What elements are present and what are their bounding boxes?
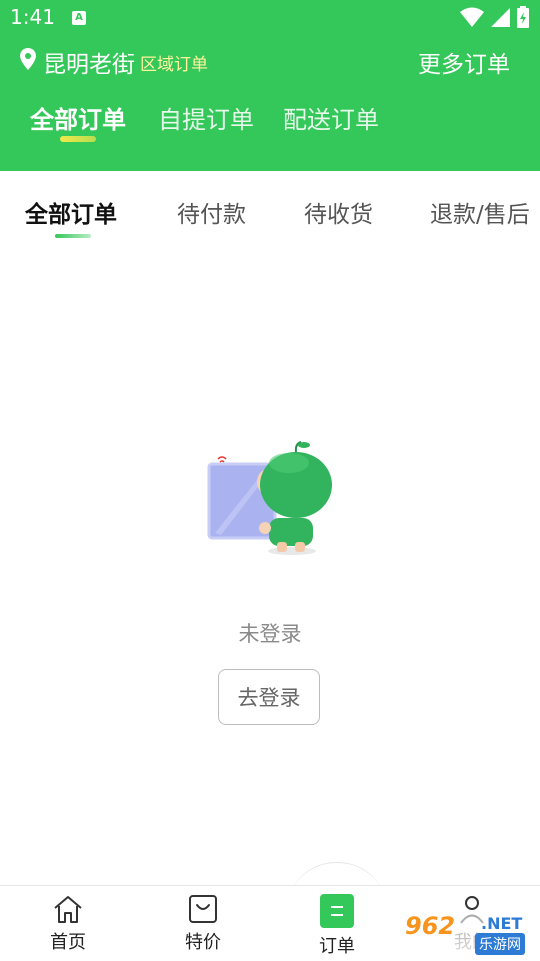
tab-delivery-orders[interactable]: 配送订单 — [283, 100, 379, 135]
watermark-number: 962 — [405, 912, 456, 940]
more-orders-link[interactable]: 更多订单 — [418, 45, 510, 79]
watermark-suffix: .NET — [481, 914, 523, 933]
nav-orders[interactable]: 订单 — [297, 894, 377, 958]
location-pin-icon — [20, 48, 36, 70]
status-bar: 1:41 A — [0, 0, 540, 36]
notification-a-icon: A — [72, 11, 86, 25]
watermark-site-name: 乐游网 — [475, 933, 525, 955]
tab-all-orders[interactable]: 全部订单 — [30, 100, 126, 135]
order-list-icon — [320, 894, 354, 928]
tab-status-pending-receipt[interactable]: 待收货 — [304, 195, 373, 229]
nav-specials-label: 特价 — [185, 932, 221, 953]
mascot-illustration — [207, 441, 332, 555]
tab-status-refund[interactable]: 退款/售后 — [430, 195, 530, 229]
site-watermark: 962 .NET 乐游网 — [401, 911, 536, 955]
active-tab-indicator — [60, 136, 96, 142]
status-time: 1:41 — [10, 5, 55, 29]
wifi-icon — [459, 7, 484, 27]
not-logged-in-text: 未登录 — [238, 622, 302, 646]
tab-status-pending-payment[interactable]: 待付款 — [177, 195, 246, 229]
status-icons — [459, 6, 530, 28]
signal-icon — [490, 8, 510, 27]
battery-icon — [517, 6, 529, 28]
order-type-tabs: 全部订单 自提订单 配送订单 — [0, 96, 540, 146]
nav-home-label: 首页 — [50, 932, 86, 953]
nav-specials[interactable]: 特价 — [163, 894, 243, 958]
region-orders-link[interactable]: 区域订单 — [140, 50, 208, 75]
login-button[interactable]: 去登录 — [218, 669, 320, 725]
order-status-tabs: 全部订单 待付款 待收货 退款/售后 — [0, 171, 540, 247]
nav-home[interactable]: 首页 — [28, 894, 108, 958]
nav-orders-label: 订单 — [319, 936, 355, 957]
header: 1:41 A 昆明老街 区域订单 更多订单 全部订单 自提订单 配送订单 — [0, 0, 540, 171]
home-icon — [54, 896, 82, 923]
location-row: 昆明老街 区域订单 更多订单 — [0, 40, 540, 80]
tab-status-all[interactable]: 全部订单 — [25, 195, 117, 229]
bag-icon — [189, 895, 217, 923]
active-status-indicator — [55, 234, 91, 238]
tab-pickup-orders[interactable]: 自提订单 — [158, 100, 254, 135]
city-name[interactable]: 昆明老街 — [43, 45, 135, 79]
